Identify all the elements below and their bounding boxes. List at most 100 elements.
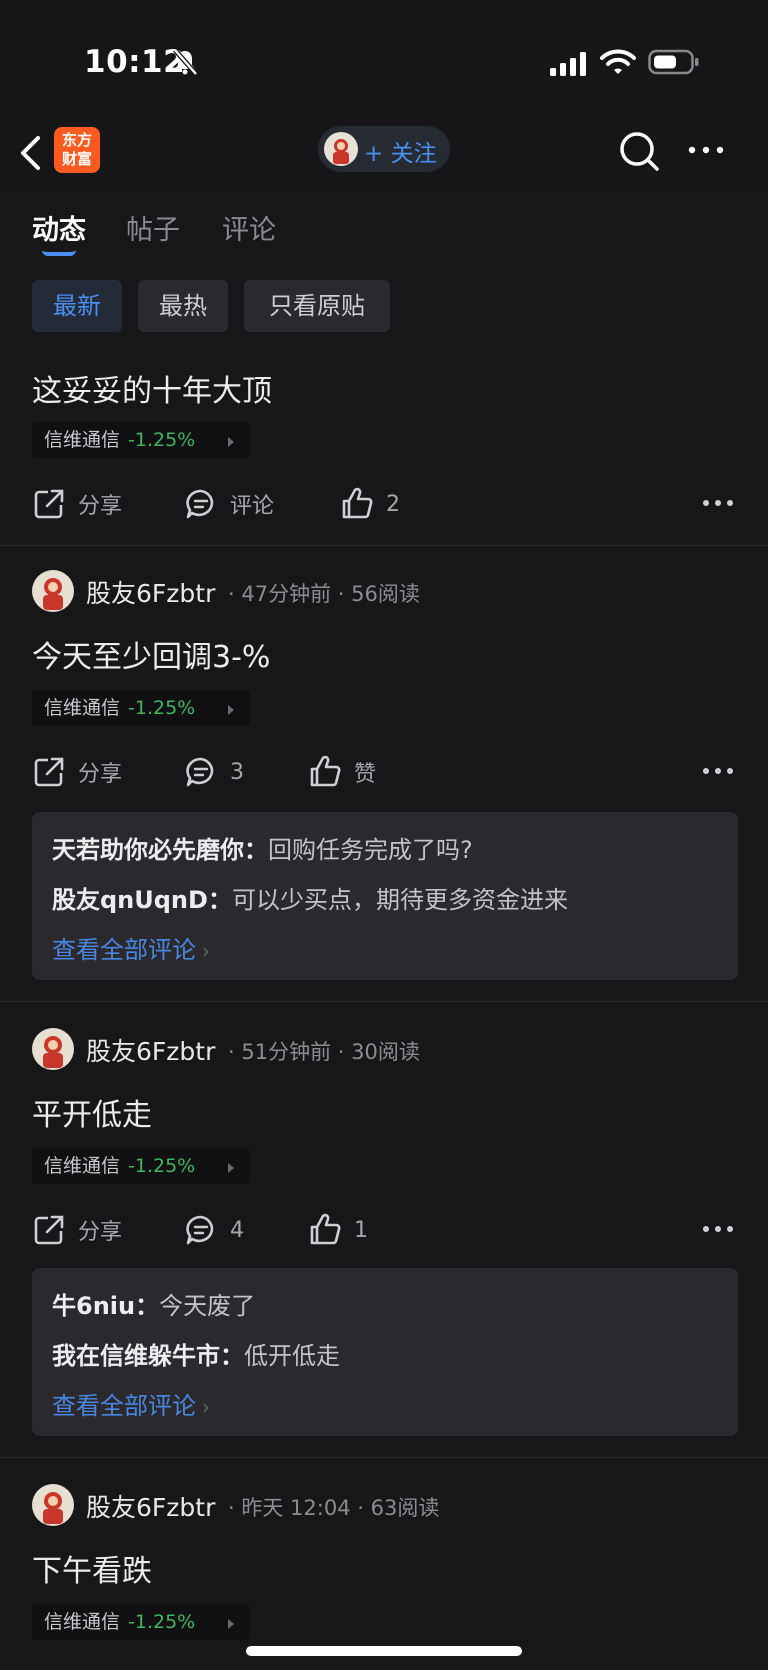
wifi-icon (600, 49, 636, 74)
post-card[interactable]: 股友6Fzbtr · 昨天 12:04 · 63阅读 下午看跌 信维通信 -1.2… (0, 1458, 768, 1670)
see-all-comments-link[interactable]: 查看全部评论 › (52, 930, 210, 965)
play-arrow-icon (228, 437, 234, 447)
comment-text: 低开低走 (244, 1342, 340, 1370)
post-meta: · 47分钟前 · 56阅读 (228, 582, 420, 606)
chevron-right-icon: › (202, 939, 210, 963)
post-card[interactable]: 股友6Fzbtr · 51分钟前 · 30阅读 平开低走 信维通信 -1.25% … (0, 1002, 768, 1458)
share-label: 分享 (78, 762, 123, 787)
comment-text: 今天废了 (159, 1292, 256, 1320)
post-time: 昨天 12:04 (241, 1496, 351, 1520)
post-more-icon[interactable] (702, 1224, 734, 1234)
comment-line: 我在信维躲牛市：低开低走 (52, 1336, 340, 1371)
thumbs-up-icon (310, 1213, 341, 1245)
follow-button[interactable]: + 关注 (318, 126, 450, 172)
comment-preview[interactable]: 天若助你必先磨你：回购任务完成了吗? 股友qnUqnD：可以少买点，期待更多资金… (32, 812, 738, 980)
avatar[interactable] (32, 1484, 74, 1526)
share-button[interactable]: 分享 (32, 482, 122, 526)
post-text: 下午看跌 (32, 1554, 152, 1589)
tab-dynamics[interactable]: 动态 (32, 208, 86, 247)
post-text: 这妥妥的十年大顶 (32, 374, 272, 409)
thumbs-up-icon (342, 487, 373, 519)
stock-name: 信维通信 (44, 697, 121, 719)
filter-latest[interactable]: 最新 (32, 280, 122, 332)
post-meta: · 51分钟前 · 30阅读 (228, 1040, 420, 1064)
like-button[interactable]: 1 (308, 1208, 368, 1252)
stock-tag[interactable]: 信维通信 -1.25% (32, 422, 250, 458)
app-logo: 东方 财富 (54, 127, 100, 173)
stock-name: 信维通信 (44, 1611, 121, 1633)
post-more-icon[interactable] (702, 766, 734, 776)
user-avatar (324, 132, 358, 166)
post-text: 平开低走 (32, 1098, 152, 1133)
stock-tag[interactable]: 信维通信 -1.25% (32, 690, 250, 726)
comment-preview[interactable]: 牛6niu：今天废了 我在信维躲牛市：低开低走 查看全部评论 › (32, 1268, 738, 1436)
commenter-name: 我在信维躲牛市： (52, 1342, 244, 1370)
author-row[interactable]: 股友6Fzbtr · 47分钟前 · 56阅读 (32, 570, 732, 614)
like-button[interactable]: 赞 (308, 750, 376, 794)
like-button[interactable]: 2 (340, 482, 400, 526)
stock-change: -1.25% (128, 429, 196, 451)
avatar[interactable] (32, 570, 74, 612)
comment-label: 评论 (230, 494, 275, 519)
commenter-name: 牛6niu： (52, 1292, 160, 1320)
commenter-name: 天若助你必先磨你： (52, 836, 268, 864)
comment-button[interactable]: 4 (184, 1208, 244, 1252)
author-row[interactable]: 股友6Fzbtr · 昨天 12:04 · 63阅读 (32, 1484, 732, 1528)
tab-comments[interactable]: 评论 (222, 208, 276, 247)
play-arrow-icon (228, 705, 234, 715)
stock-tag[interactable]: 信维通信 -1.25% (32, 1604, 250, 1640)
filter-hot[interactable]: 最热 (138, 280, 228, 332)
like-count: 2 (386, 491, 400, 517)
share-label: 分享 (78, 1220, 123, 1245)
comment-line: 牛6niu：今天废了 (52, 1286, 255, 1321)
comment-count: 3 (230, 759, 244, 785)
like-count: 1 (354, 1217, 368, 1243)
cellular-signal-icon (550, 52, 586, 76)
read-count: 63阅读 (370, 1496, 440, 1520)
commenter-name: 股友qnUqnD： (52, 886, 232, 914)
see-all-comments-link[interactable]: 查看全部评论 › (52, 1386, 210, 1421)
chevron-right-icon: › (202, 1395, 210, 1419)
play-arrow-icon (228, 1163, 234, 1173)
share-icon (34, 489, 64, 519)
comment-count: 4 (230, 1217, 244, 1243)
comment-button[interactable]: 3 (184, 750, 244, 794)
avatar[interactable] (32, 1028, 74, 1070)
status-time: 10:12 (84, 44, 186, 80)
back-arrow-icon[interactable] (18, 132, 46, 174)
author-name[interactable]: 股友6Fzbtr (86, 574, 215, 610)
author-row[interactable]: 股友6Fzbtr · 51分钟前 · 30阅读 (32, 1028, 732, 1072)
filter-bar: 最新 最热 只看原贴 (0, 262, 768, 336)
filter-original-only[interactable]: 只看原贴 (244, 280, 390, 332)
author-name[interactable]: 股友6Fzbtr (86, 1032, 215, 1068)
stock-change: -1.25% (128, 1611, 196, 1633)
stock-change: -1.25% (128, 1155, 196, 1177)
post-card[interactable]: 股友6Fzbtr · 47分钟前 · 56阅读 今天至少回调3-% 信维通信 -1… (0, 546, 768, 1002)
status-bar: 10:12 (0, 0, 768, 120)
home-indicator[interactable] (246, 1646, 522, 1656)
search-icon[interactable] (618, 130, 660, 172)
share-icon (34, 757, 64, 787)
read-count: 56阅读 (351, 582, 420, 606)
tab-posts[interactable]: 帖子 (126, 208, 180, 247)
share-button[interactable]: 分享 (32, 1208, 122, 1252)
post-actions: 分享 4 1 (32, 1208, 738, 1252)
comment-text: 回购任务完成了吗? (268, 836, 473, 864)
author-name[interactable]: 股友6Fzbtr (86, 1488, 215, 1524)
comment-icon (186, 1215, 214, 1245)
comment-line: 天若助你必先磨你：回购任务完成了吗? (52, 830, 473, 865)
more-options-icon[interactable] (686, 140, 726, 160)
battery-icon (648, 49, 699, 75)
comment-text: 可以少买点，期待更多资金进来 (231, 886, 568, 914)
share-button[interactable]: 分享 (32, 750, 122, 794)
post-actions: 分享 评论 2 (32, 482, 738, 526)
comment-button[interactable]: 评论 (184, 482, 274, 526)
comment-icon (186, 757, 214, 787)
play-arrow-icon (228, 1619, 234, 1629)
nav-bar: 东方 财富 + 关注 (0, 120, 768, 192)
bell-muted-icon (173, 48, 198, 76)
follow-label: + 关注 (364, 141, 437, 167)
post-card[interactable]: 这妥妥的十年大顶 信维通信 -1.25% 分享 评论 2 (0, 336, 768, 546)
post-more-icon[interactable] (702, 498, 734, 508)
stock-tag[interactable]: 信维通信 -1.25% (32, 1148, 250, 1184)
